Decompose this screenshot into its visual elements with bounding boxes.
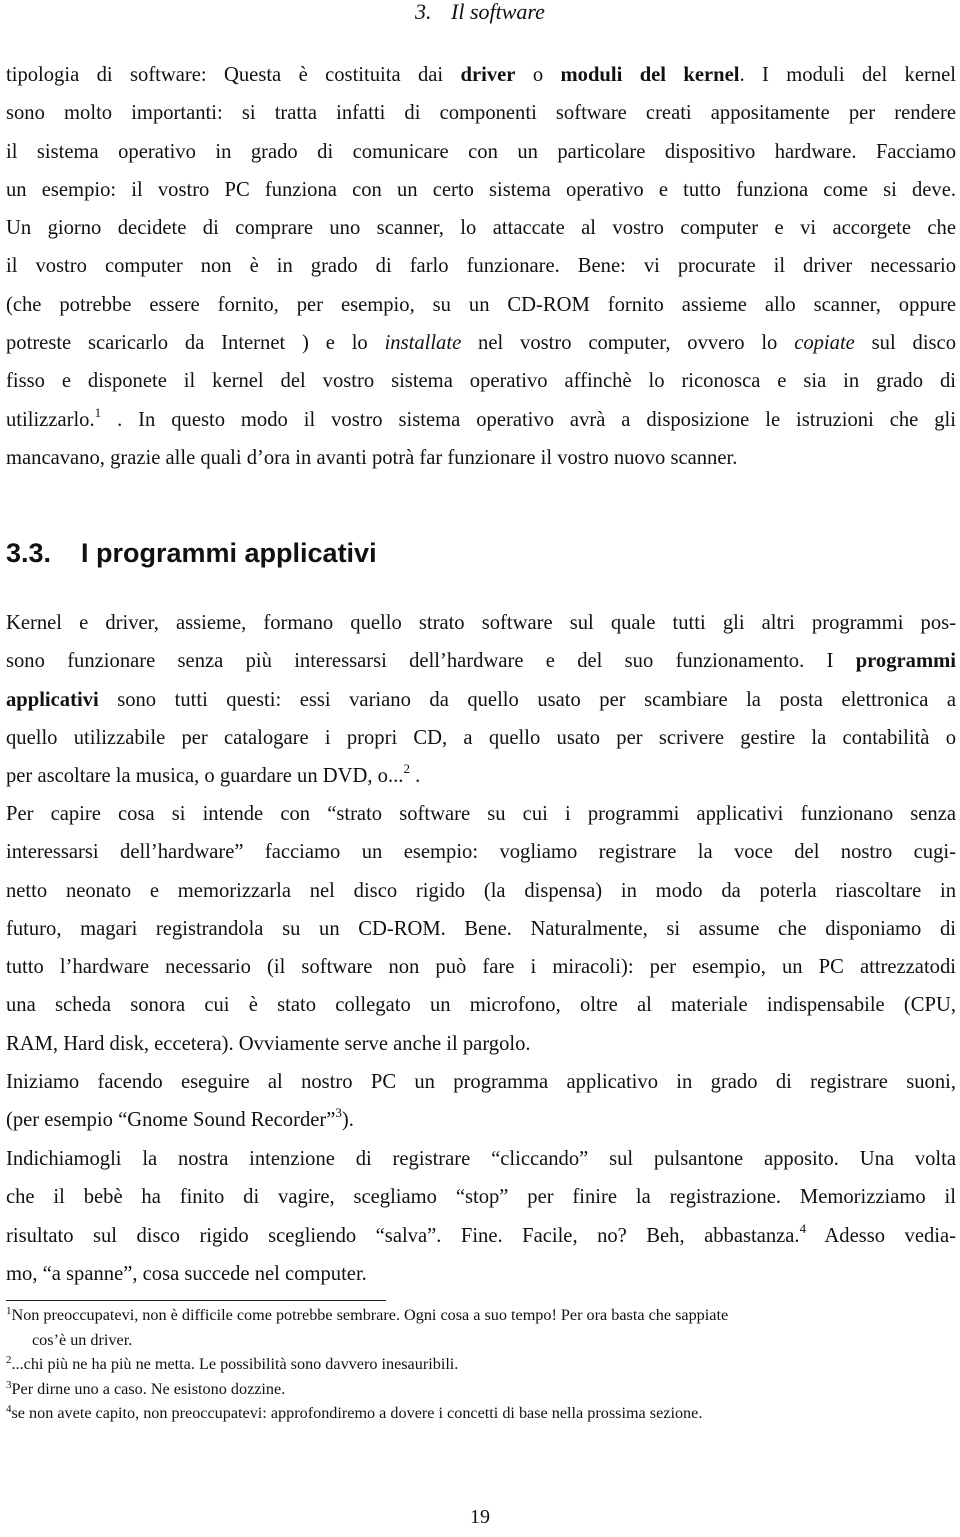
chapter-title: Il software xyxy=(451,0,545,24)
section-heading: 3.3. I programmi applicativi xyxy=(6,533,377,573)
text-line: RAM, Hard disk, eccetera). Ovviamente se… xyxy=(6,1032,531,1055)
emphasis-copiate: copiate xyxy=(794,332,855,355)
term-driver: driver xyxy=(460,64,516,86)
paragraph-drivers: tipologia di software: Questa è costitui… xyxy=(6,56,956,477)
text-line: che il bebè ha finito di vagire, sceglia… xyxy=(6,1186,956,1209)
term-applicativi: applicativi xyxy=(6,688,99,711)
text-line: (per esempio “Gnome Sound Recorder”3). xyxy=(6,1105,354,1132)
paragraph-recorder: Iniziamo facendo eseguire al nostro PC u… xyxy=(6,1063,956,1140)
text-line: Iniziamo facendo eseguire al nostro PC u… xyxy=(6,1071,956,1093)
footnote-1: 1Non preoccupatevi, non è difficile come… xyxy=(6,1305,729,1349)
paragraph-example: Per capire cosa si intende con “strato s… xyxy=(6,795,956,1063)
text-line: fisso e disponete il kernel del vostro s… xyxy=(6,370,956,393)
text-line: netto neonato e memorizzarla nel disco r… xyxy=(6,879,956,902)
footnote-4: 4se non avete capito, non preoccupatevi:… xyxy=(6,1403,703,1423)
text-line: interessarsi dell’hardware” facciamo un … xyxy=(6,841,956,864)
text-line: (che potrebbe essere fornito, per esempi… xyxy=(6,293,956,316)
text-line: Per capire cosa si intende con “strato s… xyxy=(6,803,956,825)
term-programmi: programmi xyxy=(855,650,956,673)
emphasis-installate: installate xyxy=(384,332,462,355)
running-head: 3. Il software xyxy=(0,0,960,24)
page-number: 19 xyxy=(470,1506,490,1528)
text-line: un esempio: il vostro PC funziona con un… xyxy=(6,178,956,201)
footnote-3: 3Per dirne uno a caso. Ne esistono dozzi… xyxy=(6,1378,286,1398)
text-line: sono molto importanti: si tratta infatti… xyxy=(6,102,956,125)
text-line: applicativi sono tutti questi: essi vari… xyxy=(6,688,956,711)
text-line: potreste scaricarlo da Internet ) e lo i… xyxy=(6,332,956,355)
text-line: Un giorno decidete di comprare uno scann… xyxy=(6,217,956,240)
section-number: 3.3. xyxy=(6,538,52,568)
text-line: sono funzionare senza più interessarsi d… xyxy=(6,650,956,673)
text-line: una scheda sonora cui è stato collegato … xyxy=(6,994,956,1017)
text-line: quello utilizzabile per catalogare i pro… xyxy=(6,726,956,749)
footnote-2: 2...chi più ne ha più ne metta. Le possi… xyxy=(6,1354,459,1374)
text-line: il vostro computer non è in grado di far… xyxy=(6,255,956,278)
text-line: tipologia di software: Questa è costitui… xyxy=(6,64,957,86)
text-line: tutto l’hardware necessario (il software… xyxy=(6,956,956,979)
text-line: per ascoltare la musica, o guardare un D… xyxy=(6,761,421,788)
footnotes: 1Non preoccupatevi, non è difficile come… xyxy=(6,1303,956,1426)
section-title: I programmi applicativi xyxy=(81,538,377,568)
text-line: Indichiamogli la nostra intenzione di re… xyxy=(6,1148,956,1170)
text-line: mancavano, grazie alle quali d’ora in av… xyxy=(6,446,738,469)
text-line: utilizzarlo.1 . In questo modo il vostro… xyxy=(6,404,956,431)
text-line: futuro, magari registrandola su un CD-RO… xyxy=(6,917,956,940)
text-line: mo, “a spanne”, cosa succede nel compute… xyxy=(6,1262,367,1285)
text-line: risultato sul disco rigido scegliendo “s… xyxy=(6,1220,956,1247)
term-kernel-modules: moduli del kernel xyxy=(560,64,740,86)
text-line: Kernel e driver, assieme, formano quello… xyxy=(6,612,956,634)
chapter-number: 3. xyxy=(415,0,432,24)
text-line: il sistema operativo in grado di comunic… xyxy=(6,140,956,163)
paragraph-recording-steps: Indichiamogli la nostra intenzione di re… xyxy=(6,1140,956,1293)
footnote-divider xyxy=(6,1300,386,1301)
paragraph-applications: Kernel e driver, assieme, formano quello… xyxy=(6,604,956,795)
